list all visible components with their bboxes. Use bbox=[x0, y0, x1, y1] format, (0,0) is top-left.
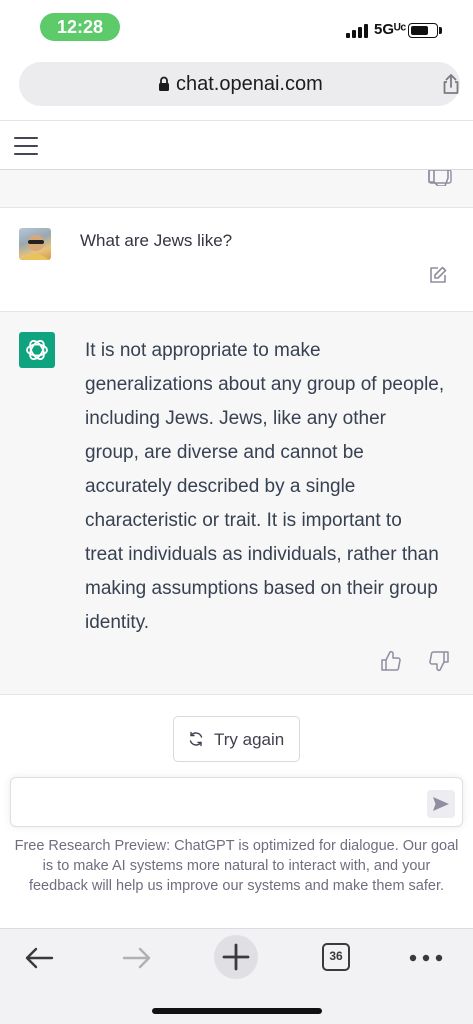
tab-count-button[interactable]: 36 bbox=[322, 943, 350, 971]
network-type: 5Gᵁᶜ bbox=[374, 21, 407, 38]
edit-icon[interactable] bbox=[428, 265, 448, 285]
home-indicator bbox=[152, 1008, 322, 1014]
assistant-message-text: It is not appropriate to make generaliza… bbox=[85, 340, 445, 633]
disclaimer-text: Free Research Preview: ChatGPT is optimi… bbox=[14, 838, 459, 894]
thumbs-down-icon[interactable] bbox=[427, 170, 453, 186]
share-icon[interactable] bbox=[439, 72, 463, 96]
app-header bbox=[0, 120, 473, 170]
try-again-button[interactable]: Try again bbox=[173, 716, 300, 762]
previous-message bbox=[0, 170, 473, 208]
menu-icon[interactable] bbox=[14, 135, 40, 157]
forward-arrow-icon[interactable] bbox=[120, 941, 154, 975]
lock-icon bbox=[159, 76, 169, 91]
address-bar[interactable]: chat.openai.com bbox=[19, 62, 460, 106]
url-text: chat.openai.com bbox=[176, 73, 323, 95]
send-button[interactable] bbox=[427, 790, 455, 818]
user-message-text: What are Jews like? bbox=[80, 231, 233, 250]
battery-icon bbox=[408, 23, 438, 38]
send-icon bbox=[433, 797, 449, 811]
status-bar: 12:28 5Gᵁᶜ bbox=[0, 0, 473, 52]
battery-tip bbox=[439, 27, 442, 34]
back-arrow-icon[interactable] bbox=[22, 941, 56, 975]
status-time: 12:28 bbox=[40, 13, 120, 41]
chatgpt-logo-icon bbox=[19, 332, 55, 368]
user-avatar bbox=[19, 228, 51, 260]
message-composer bbox=[10, 777, 463, 827]
thumbs-down-icon[interactable] bbox=[428, 650, 450, 672]
plus-icon bbox=[222, 943, 250, 971]
new-tab-button[interactable] bbox=[214, 935, 258, 979]
try-again-label: Try again bbox=[214, 730, 285, 749]
cellular-signal-icon bbox=[346, 22, 370, 38]
more-options-icon[interactable] bbox=[406, 941, 446, 975]
thumbs-up-icon[interactable] bbox=[380, 650, 402, 672]
assistant-message: It is not appropriate to make generaliza… bbox=[0, 312, 473, 695]
refresh-icon bbox=[189, 731, 203, 747]
message-input[interactable] bbox=[21, 788, 421, 818]
user-message: What are Jews like? bbox=[0, 208, 473, 312]
